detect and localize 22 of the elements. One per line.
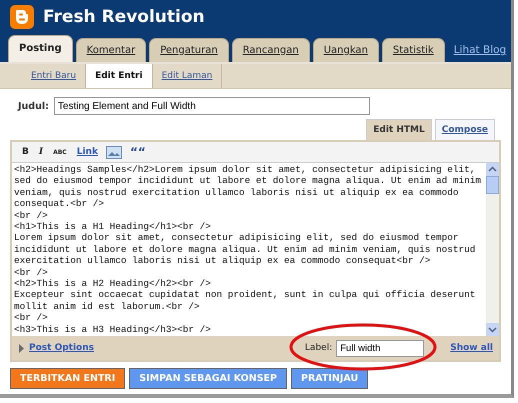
bold-button[interactable]: B (20, 147, 31, 157)
labels-field[interactable]: Full width (336, 340, 424, 357)
view-blog-link[interactable]: Lihat Blog (448, 44, 506, 62)
show-all-link[interactable]: Show all (450, 343, 493, 354)
italic-button[interactable]: I (36, 147, 46, 157)
labels-label: Label: (304, 343, 332, 354)
nav-tab[interactable]: Uangkan (312, 38, 379, 62)
quote-button[interactable]: ““ (128, 145, 148, 159)
subtab[interactable]: Edit Laman (152, 64, 222, 88)
post-options-toggle[interactable]: Post Options (18, 343, 94, 354)
subtab[interactable]: Edit Entri (86, 64, 153, 88)
nav-tab[interactable]: Rancangan (232, 38, 310, 62)
nav-tab[interactable]: Komentar (76, 38, 146, 62)
title-label: Judul: (18, 100, 49, 112)
mode-tab[interactable]: Edit HTML (366, 119, 432, 140)
nav-tab[interactable]: Posting (8, 35, 73, 62)
title-field[interactable]: Testing Element and Full Width (54, 97, 370, 115)
mode-tab[interactable]: Compose (434, 119, 495, 140)
link-button[interactable]: Link (74, 147, 100, 157)
blog-title: Fresh Revolution (43, 7, 205, 27)
nav-tab[interactable]: Pengaturan (149, 38, 229, 62)
nav-tab[interactable]: Statistik (382, 38, 445, 62)
